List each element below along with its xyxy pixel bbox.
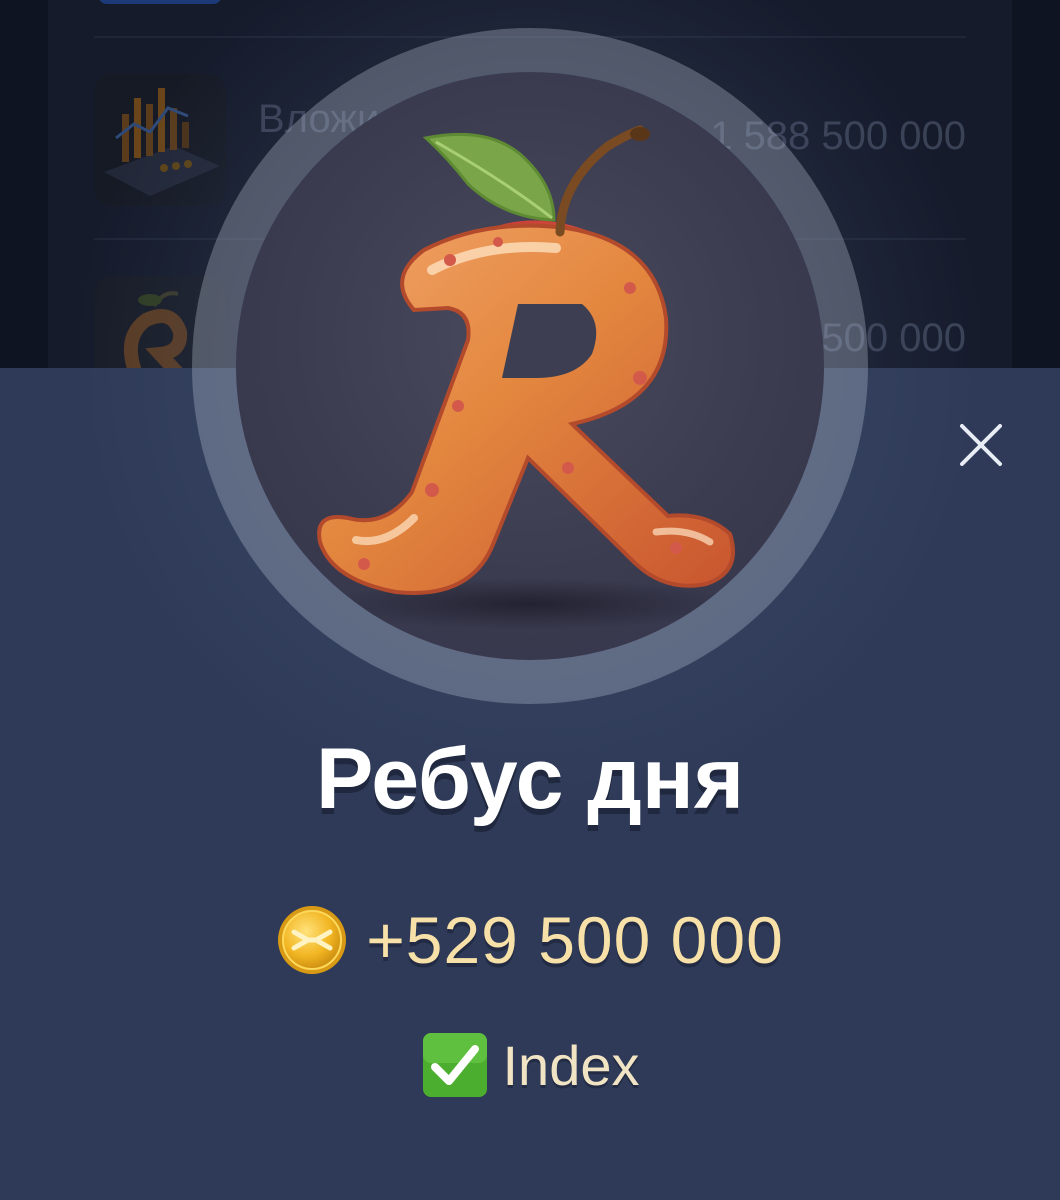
status-row: Index — [0, 1030, 1060, 1100]
close-button[interactable] — [950, 416, 1010, 476]
coin-icon — [278, 906, 347, 974]
close-icon — [960, 424, 1002, 466]
modal-title: Ребус дня — [315, 731, 745, 827]
reward-row: +529 500 000 — [0, 900, 1060, 980]
reward-amount: +529 500 000 — [366, 903, 784, 977]
status-label: Index — [502, 1033, 640, 1097]
apple-letter-r-icon — [236, 72, 824, 660]
checkmark-icon — [422, 1033, 487, 1097]
